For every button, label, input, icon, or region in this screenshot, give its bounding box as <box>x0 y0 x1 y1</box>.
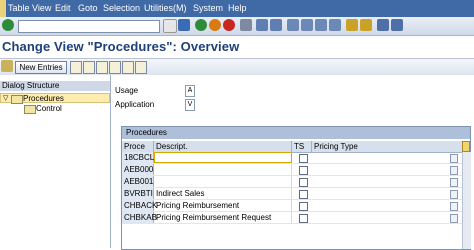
new-entries-button[interactable]: New Entries <box>15 61 67 74</box>
exit-icon[interactable] <box>209 19 221 31</box>
page-title: Change View "Procedures": Overview <box>2 39 240 54</box>
table-row[interactable]: 18CBCL <box>122 152 470 164</box>
ts-checkbox[interactable] <box>299 214 308 223</box>
last-page-icon[interactable] <box>329 19 341 31</box>
command-field[interactable] <box>18 20 160 33</box>
layout-icon[interactable] <box>391 19 403 31</box>
system-icon[interactable] <box>0 0 6 17</box>
copy-as-icon[interactable] <box>70 61 82 74</box>
procedures-table-title: Procedures <box>122 127 470 139</box>
procedure-cell: AEB001 <box>122 176 154 187</box>
display-change-icon[interactable] <box>1 60 13 72</box>
procedure-cell: CHBACK <box>122 200 158 211</box>
pricing-type-dropdown-icon[interactable] <box>450 154 458 163</box>
dialog-structure-panel: Dialog Structure ▽ Procedures Control <box>0 75 111 248</box>
pricing-type-dropdown-icon[interactable] <box>450 166 458 175</box>
dropdown-icon[interactable] <box>163 19 177 33</box>
description-cell[interactable]: Pricing Reimbursement Request <box>154 212 292 223</box>
find-next-icon[interactable] <box>270 19 282 31</box>
ts-checkbox[interactable] <box>299 202 308 211</box>
description-cell[interactable] <box>154 176 292 187</box>
description-cell[interactable]: Pricing Reimbursement <box>154 200 292 211</box>
delete-icon[interactable] <box>83 61 95 74</box>
pricing-type-dropdown-icon[interactable] <box>450 202 458 211</box>
save-icon[interactable] <box>178 19 190 31</box>
back-icon[interactable] <box>195 19 207 31</box>
menu-edit[interactable]: Edit <box>55 3 71 13</box>
procedures-table: Procedures Proce Descript. TS Pricing Ty… <box>121 126 471 250</box>
undo-change-icon[interactable] <box>96 61 108 74</box>
application-label: Application <box>115 100 155 109</box>
cancel-icon[interactable] <box>223 19 235 31</box>
column-header-ts[interactable]: TS <box>292 141 312 152</box>
table-row[interactable]: CHBACK Pricing Reimbursement <box>122 200 470 212</box>
print-icon[interactable] <box>240 19 252 31</box>
standard-toolbar <box>0 17 474 36</box>
pricing-type-dropdown-icon[interactable] <box>450 214 458 223</box>
table-row[interactable]: CHBKAB Pricing Reimbursement Request <box>122 212 470 224</box>
usage-field: A <box>185 85 195 97</box>
ts-checkbox[interactable] <box>299 166 308 175</box>
help-icon[interactable] <box>377 19 389 31</box>
column-header-pricing-type[interactable]: Pricing Type <box>312 141 462 152</box>
deselect-all-icon[interactable] <box>135 61 147 74</box>
table-row[interactable]: BVRBTI Indirect Sales <box>122 188 470 200</box>
pricing-type-dropdown-icon[interactable] <box>450 190 458 199</box>
find-icon[interactable] <box>256 19 268 31</box>
folder-icon <box>24 105 36 114</box>
enter-icon[interactable] <box>2 19 14 31</box>
tree-node-control[interactable]: Control <box>0 104 110 114</box>
create-session-icon[interactable] <box>346 19 358 31</box>
previous-page-icon[interactable] <box>301 19 313 31</box>
menu-help[interactable]: Help <box>228 3 247 13</box>
menu-selection[interactable]: Selection <box>103 3 140 13</box>
menu-system[interactable]: System <box>193 3 223 13</box>
column-header-procedure[interactable]: Proce <box>122 141 154 152</box>
procedure-cell: AEB000 <box>122 164 154 175</box>
select-block-icon[interactable] <box>122 61 134 74</box>
shortcut-icon[interactable] <box>360 19 372 31</box>
title-bar: Change View "Procedures": Overview <box>0 36 474 57</box>
application-field: V <box>185 99 195 111</box>
next-page-icon[interactable] <box>315 19 327 31</box>
usage-label: Usage <box>115 86 139 95</box>
menu-bar: Table View Edit Goto Selection Utilities… <box>0 0 474 17</box>
procedure-cell: CHBKAB <box>122 212 157 223</box>
tree-node-label: Procedures <box>23 94 64 103</box>
menu-utilities[interactable]: Utilities(M) <box>144 3 187 13</box>
procedure-cell: 18CBCL <box>122 152 155 163</box>
expand-icon[interactable]: ▽ <box>3 94 8 103</box>
first-page-icon[interactable] <box>287 19 299 31</box>
procedure-cell: BVRBTI <box>122 188 154 199</box>
ts-checkbox[interactable] <box>299 154 308 163</box>
table-row[interactable]: AEB000 <box>122 164 470 176</box>
main-area: Usage A Application V Procedures Proce D… <box>111 75 474 250</box>
ts-checkbox[interactable] <box>299 178 308 187</box>
pricing-type-dropdown-icon[interactable] <box>450 178 458 187</box>
application-toolbar: New Entries <box>0 58 474 76</box>
select-all-icon[interactable] <box>109 61 121 74</box>
description-cell[interactable]: Indirect Sales <box>154 188 292 199</box>
table-scrollbar[interactable] <box>462 152 471 249</box>
ts-checkbox[interactable] <box>299 190 308 199</box>
tree-node-procedures[interactable]: ▽ Procedures <box>0 93 110 104</box>
column-header-description[interactable]: Descript. <box>154 141 292 152</box>
description-cell[interactable] <box>154 164 292 175</box>
description-cell[interactable] <box>154 152 292 163</box>
table-row[interactable]: AEB001 <box>122 176 470 188</box>
menu-table-view[interactable]: Table View <box>8 3 51 13</box>
tree-node-label: Control <box>36 104 62 113</box>
table-settings-icon[interactable] <box>462 141 470 152</box>
menu-goto[interactable]: Goto <box>78 3 98 13</box>
dialog-structure-header: Dialog Structure <box>0 81 110 91</box>
open-folder-icon <box>11 95 23 104</box>
